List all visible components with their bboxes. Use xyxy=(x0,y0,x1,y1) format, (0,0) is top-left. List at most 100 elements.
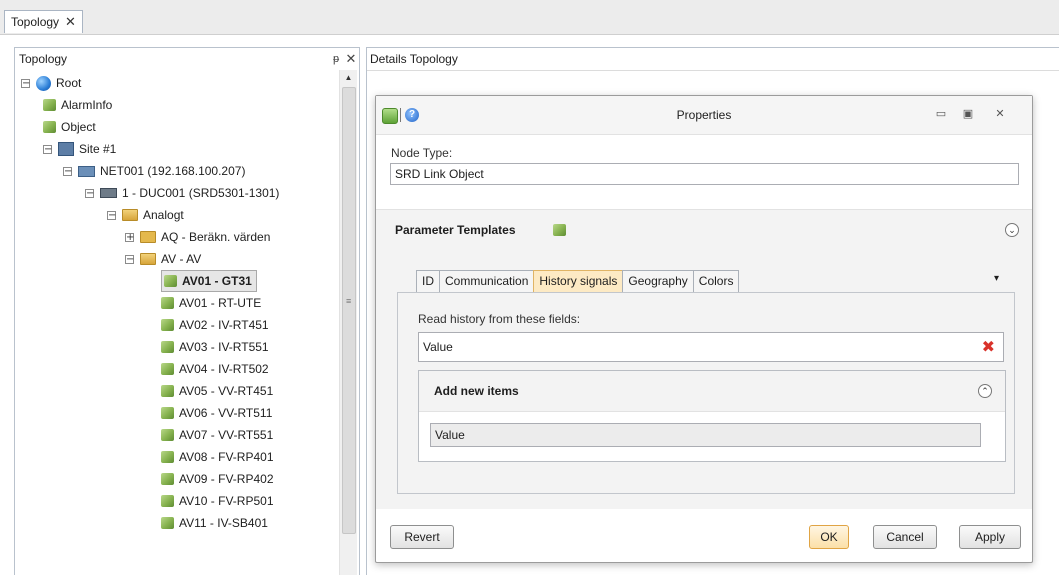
tree-node-label: AV07 - VV-RT551 xyxy=(179,428,274,442)
tab-history-signals[interactable]: History signals xyxy=(533,270,624,292)
parameter-templates-header[interactable]: Parameter Templates ⌄ xyxy=(376,209,1032,251)
tree-node-label: Root xyxy=(56,76,82,90)
tree-node-label: AV08 - FV-RP401 xyxy=(179,450,274,464)
tree-node-label: AV06 - VV-RT511 xyxy=(179,406,273,420)
tree-node[interactable]: AV10 - FV-RP501 xyxy=(161,490,274,512)
tree-node[interactable]: AV06 - VV-RT511 xyxy=(161,402,272,424)
node-type-label: Node Type: xyxy=(391,146,453,160)
folder-open-icon xyxy=(140,253,156,265)
tree-node[interactable]: AV09 - FV-RP402 xyxy=(161,468,274,490)
history-field-input[interactable]: Value ✖ xyxy=(418,332,1004,362)
tree-node-label: AV - AV xyxy=(161,252,202,266)
cube-icon xyxy=(161,363,174,375)
apply-button[interactable]: Apply xyxy=(959,525,1021,549)
collapse-toggle-icon[interactable]: − xyxy=(43,144,52,154)
cube-icon xyxy=(161,297,174,309)
add-new-items-header[interactable]: Add new items ⌃ xyxy=(419,371,1005,412)
app-icon xyxy=(382,108,398,124)
templates-body: ID Communication History signals Geography C… xyxy=(376,249,1032,509)
tab-colors[interactable]: Colors xyxy=(692,270,740,292)
cube-icon xyxy=(161,385,174,397)
history-field-value: Value xyxy=(423,340,453,354)
minimize-icon[interactable]: ▭ xyxy=(932,106,950,122)
tree-node[interactable]: Object xyxy=(43,116,96,138)
tree-node-label: Object xyxy=(61,120,96,134)
maximize-icon[interactable]: ▣ xyxy=(959,106,977,122)
tree-node[interactable]: AV11 - IV-SB401 xyxy=(161,512,268,534)
pin-icon[interactable]: ᵽ xyxy=(329,53,343,65)
details-panel-header: Details Topology xyxy=(367,48,1059,71)
scrollbar-thumb[interactable]: ≡ xyxy=(342,87,356,534)
tree-node-label: NET001 (192.168.100.207) xyxy=(100,164,246,178)
panel-title: Topology xyxy=(19,52,68,66)
collapse-toggle-icon[interactable]: − xyxy=(85,188,94,198)
collapse-toggle-icon[interactable]: − xyxy=(107,210,116,220)
scroll-up-arrow-icon[interactable]: ▲ xyxy=(340,72,357,84)
tree-node[interactable]: AV03 - IV-RT551 xyxy=(161,336,269,358)
site-icon xyxy=(58,142,74,156)
collapse-toggle-icon[interactable]: − xyxy=(125,254,134,264)
collapse-toggle-icon[interactable]: − xyxy=(63,166,72,176)
cancel-button[interactable]: Cancel xyxy=(873,525,937,549)
controller-icon xyxy=(100,188,117,198)
expand-toggle-icon[interactable]: + xyxy=(125,232,134,242)
tree-node[interactable]: AV07 - VV-RT551 xyxy=(161,424,273,446)
tree-node[interactable]: AV02 - IV-RT451 xyxy=(161,314,269,336)
tree-node-label: AlarmInfo xyxy=(61,98,113,112)
document-tab-strip: Topology ✕ xyxy=(0,0,1059,35)
tab-topology[interactable]: Topology ✕ xyxy=(4,10,83,33)
tree-node[interactable]: − AV - AV xyxy=(125,248,201,270)
node-type-field[interactable]: SRD Link Object xyxy=(390,163,1019,185)
close-icon[interactable]: ✕ xyxy=(65,14,76,30)
revert-button[interactable]: Revert xyxy=(390,525,454,549)
tab-geography[interactable]: Geography xyxy=(622,270,694,292)
parameter-templates-label: Parameter Templates xyxy=(395,223,516,237)
tree-node[interactable]: + AQ - Beräkn. värden xyxy=(125,226,270,248)
close-icon[interactable]: ✕ xyxy=(343,51,359,67)
template-cube-icon xyxy=(553,224,566,236)
tree-node[interactable]: AV04 - IV-RT502 xyxy=(161,358,269,380)
globe-icon xyxy=(36,75,51,91)
tree-node[interactable]: AlarmInfo xyxy=(43,94,112,116)
tree-node[interactable]: − 1 - DUC001 (SRD5301-1301) xyxy=(85,182,279,204)
collapse-chevron-icon[interactable]: ⌄ xyxy=(1005,223,1019,237)
tree-node-label: 1 - DUC001 (SRD5301-1301) xyxy=(122,186,280,200)
network-icon xyxy=(78,165,95,177)
tree-node-label: AV04 - IV-RT502 xyxy=(179,362,269,376)
close-icon[interactable]: ✕ xyxy=(991,106,1009,122)
vertical-scrollbar[interactable]: ▲ ≡ xyxy=(339,70,357,575)
topology-panel: Topology ᵽ ✕ − Root AlarmInfo Object − Site #… xyxy=(14,47,360,575)
add-item-value: Value xyxy=(435,428,465,442)
properties-dialog: Properties ? ▭ ▣ ✕ Node Type: SRD Link O… xyxy=(375,95,1033,563)
cube-icon xyxy=(161,319,174,331)
folder-icon xyxy=(140,231,156,243)
tab-communication[interactable]: Communication xyxy=(439,270,535,292)
topology-panel-header: Topology ᵽ ✕ xyxy=(15,48,359,70)
panel-title: Details Topology xyxy=(370,52,458,66)
tab-id[interactable]: ID xyxy=(416,270,440,292)
ok-button[interactable]: OK xyxy=(809,525,849,549)
cube-icon xyxy=(161,429,174,441)
expand-chevron-icon[interactable]: ⌃ xyxy=(978,384,992,398)
tree-node-label: AV03 - IV-RT551 xyxy=(179,340,269,354)
collapse-toggle-icon[interactable]: − xyxy=(21,78,30,88)
tree-node[interactable]: − Analogt xyxy=(107,204,184,226)
tab-bar: ID Communication History signals Geography C… xyxy=(416,270,740,292)
node-type-value: SRD Link Object xyxy=(395,167,484,181)
dialog-titlebar[interactable]: Properties ? ▭ ▣ ✕ xyxy=(376,96,1032,135)
tree-node-label: AV09 - FV-RP402 xyxy=(179,472,274,486)
tree-node[interactable]: AV05 - VV-RT451 xyxy=(161,380,273,402)
grip-icon: ≡ xyxy=(346,296,352,306)
tab-overflow-icon[interactable]: ▾ xyxy=(994,273,999,284)
tree-node-label: AV02 - IV-RT451 xyxy=(179,318,269,332)
help-icon[interactable]: ? xyxy=(405,108,419,122)
tree-node[interactable]: − NET001 (192.168.100.207) xyxy=(63,160,245,182)
delete-icon[interactable]: ✖ xyxy=(982,337,995,357)
add-item-field[interactable]: Value xyxy=(430,423,981,447)
tree-node[interactable]: AV01 - GT31 xyxy=(161,270,257,292)
tree-node-label: AV11 - IV-SB401 xyxy=(179,516,268,530)
tree-node[interactable]: AV08 - FV-RP401 xyxy=(161,446,274,468)
tree-node[interactable]: − Site #1 xyxy=(43,138,116,160)
tree-node[interactable]: AV01 - RT-UTE xyxy=(161,292,261,314)
tree-node[interactable]: − Root xyxy=(21,72,81,94)
